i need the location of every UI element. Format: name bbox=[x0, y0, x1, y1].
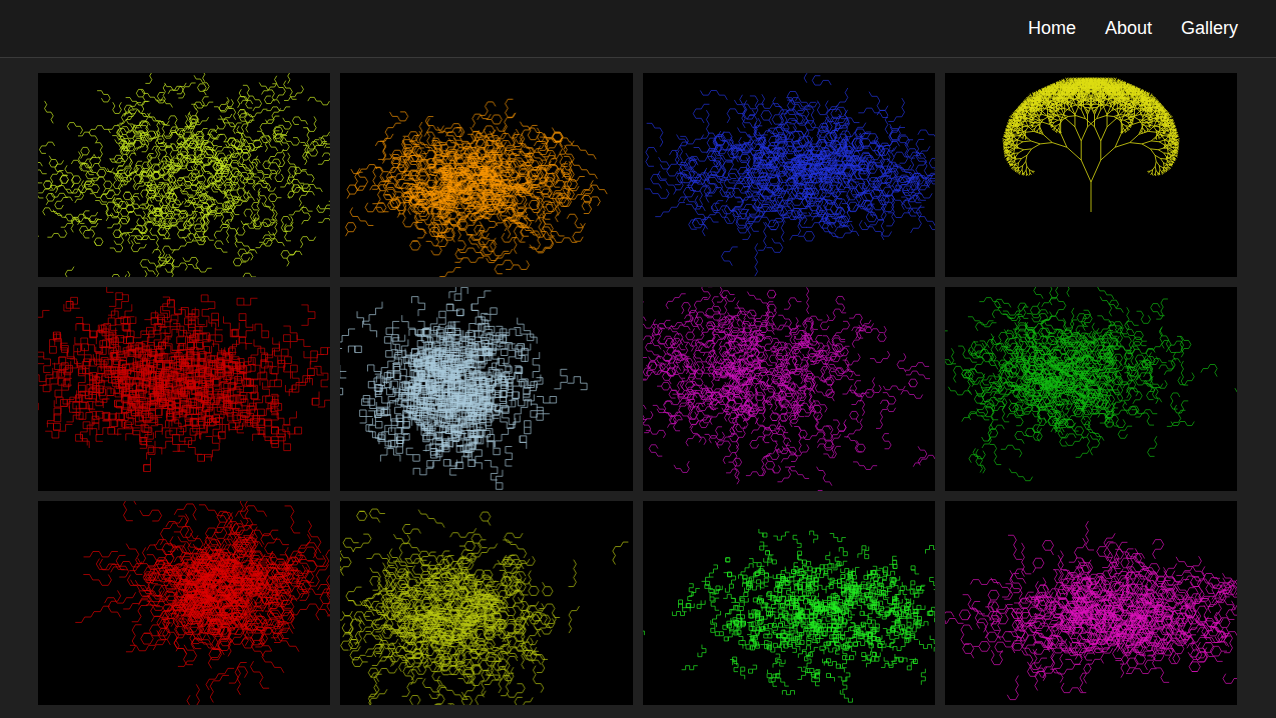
fractal-image bbox=[38, 501, 330, 705]
gallery-item[interactable] bbox=[340, 73, 632, 277]
fractal-image bbox=[945, 501, 1237, 705]
fractal-image bbox=[340, 501, 632, 705]
fractal-image bbox=[38, 73, 330, 277]
gallery-item[interactable] bbox=[38, 501, 330, 705]
nav-link[interactable]: Home bbox=[1028, 14, 1076, 43]
gallery-item[interactable] bbox=[945, 73, 1237, 277]
fractal-image bbox=[38, 287, 330, 491]
main-nav: Home About Gallery bbox=[1028, 14, 1238, 43]
gallery-item[interactable] bbox=[340, 287, 632, 491]
fractal-image bbox=[340, 73, 632, 277]
fractal-image bbox=[643, 287, 935, 491]
nav-link[interactable]: Gallery bbox=[1181, 14, 1238, 43]
fractal-image bbox=[340, 287, 632, 491]
gallery-item[interactable] bbox=[340, 501, 632, 705]
fractal-image bbox=[945, 73, 1237, 277]
gallery-item[interactable] bbox=[945, 501, 1237, 705]
fractal-image bbox=[643, 501, 935, 705]
gallery-grid bbox=[0, 58, 1276, 705]
nav-link[interactable]: About bbox=[1105, 14, 1152, 43]
top-bar: Home About Gallery bbox=[0, 0, 1276, 58]
gallery-item[interactable] bbox=[38, 73, 330, 277]
fractal-image bbox=[643, 73, 935, 277]
fractal-image bbox=[945, 287, 1237, 491]
gallery-item[interactable] bbox=[643, 287, 935, 491]
gallery-item[interactable] bbox=[38, 287, 330, 491]
gallery-item[interactable] bbox=[643, 501, 935, 705]
gallery-item[interactable] bbox=[945, 287, 1237, 491]
gallery-item[interactable] bbox=[643, 73, 935, 277]
